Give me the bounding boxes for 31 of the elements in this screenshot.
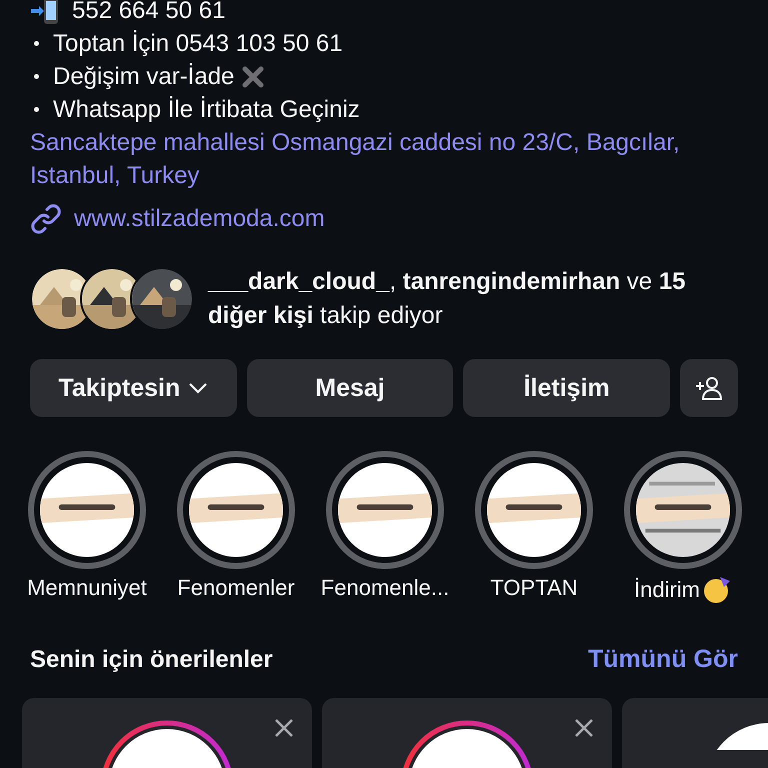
highlight-ring[interactable]: [475, 451, 593, 569]
highlight-label: Memnuniyet: [27, 575, 147, 601]
highlight-label: Fenomenle...: [320, 575, 450, 601]
followed-by-text[interactable]: ___dark_cloud_, tanrengindemirhan ve 15 diğer kişi takip ediyor: [208, 265, 728, 333]
party-face-icon: [702, 575, 732, 605]
bio-line: Toptan İçin 0543 103 50 61: [53, 29, 343, 59]
close-icon[interactable]: [274, 718, 294, 738]
add-person-button[interactable]: [680, 359, 738, 417]
section-title: Senin için önerilenler: [30, 646, 273, 674]
link-icon: [30, 202, 62, 234]
following-button[interactable]: Takiptesin: [30, 359, 237, 417]
phone-icon: [30, 0, 60, 24]
bio-line: Whatsapp İle İrtibata Geçiniz: [53, 95, 360, 125]
close-icon[interactable]: [574, 718, 594, 738]
see-all-link[interactable]: Tümünü Gör: [588, 645, 738, 674]
highlight-ring[interactable]: [28, 451, 146, 569]
website-link[interactable]: www.stilzademoda.com: [74, 202, 325, 235]
address-link[interactable]: Sancaktepe mahallesi Osmangazi caddesi no 23/C, Bagcılar, Istanbul, Turkey: [30, 126, 690, 192]
profile-button[interactable]: Mesaj: [246, 359, 454, 417]
highlight-label: İndirim: [634, 577, 700, 603]
cross-icon: [242, 66, 264, 88]
highlight-ring[interactable]: [326, 451, 444, 569]
add-person-icon: [695, 374, 724, 402]
profile-button[interactable]: İletişim: [463, 359, 670, 417]
bio-line: Değişim var-İade: [53, 62, 234, 92]
phone-number: 552 664 50 61: [72, 0, 226, 26]
chevron-down-icon: [188, 381, 208, 395]
highlight-ring[interactable]: [624, 451, 742, 569]
highlight-label: Fenomenler: [177, 575, 295, 601]
highlight-label: TOPTAN: [490, 575, 578, 601]
highlight-ring[interactable]: [177, 451, 295, 569]
